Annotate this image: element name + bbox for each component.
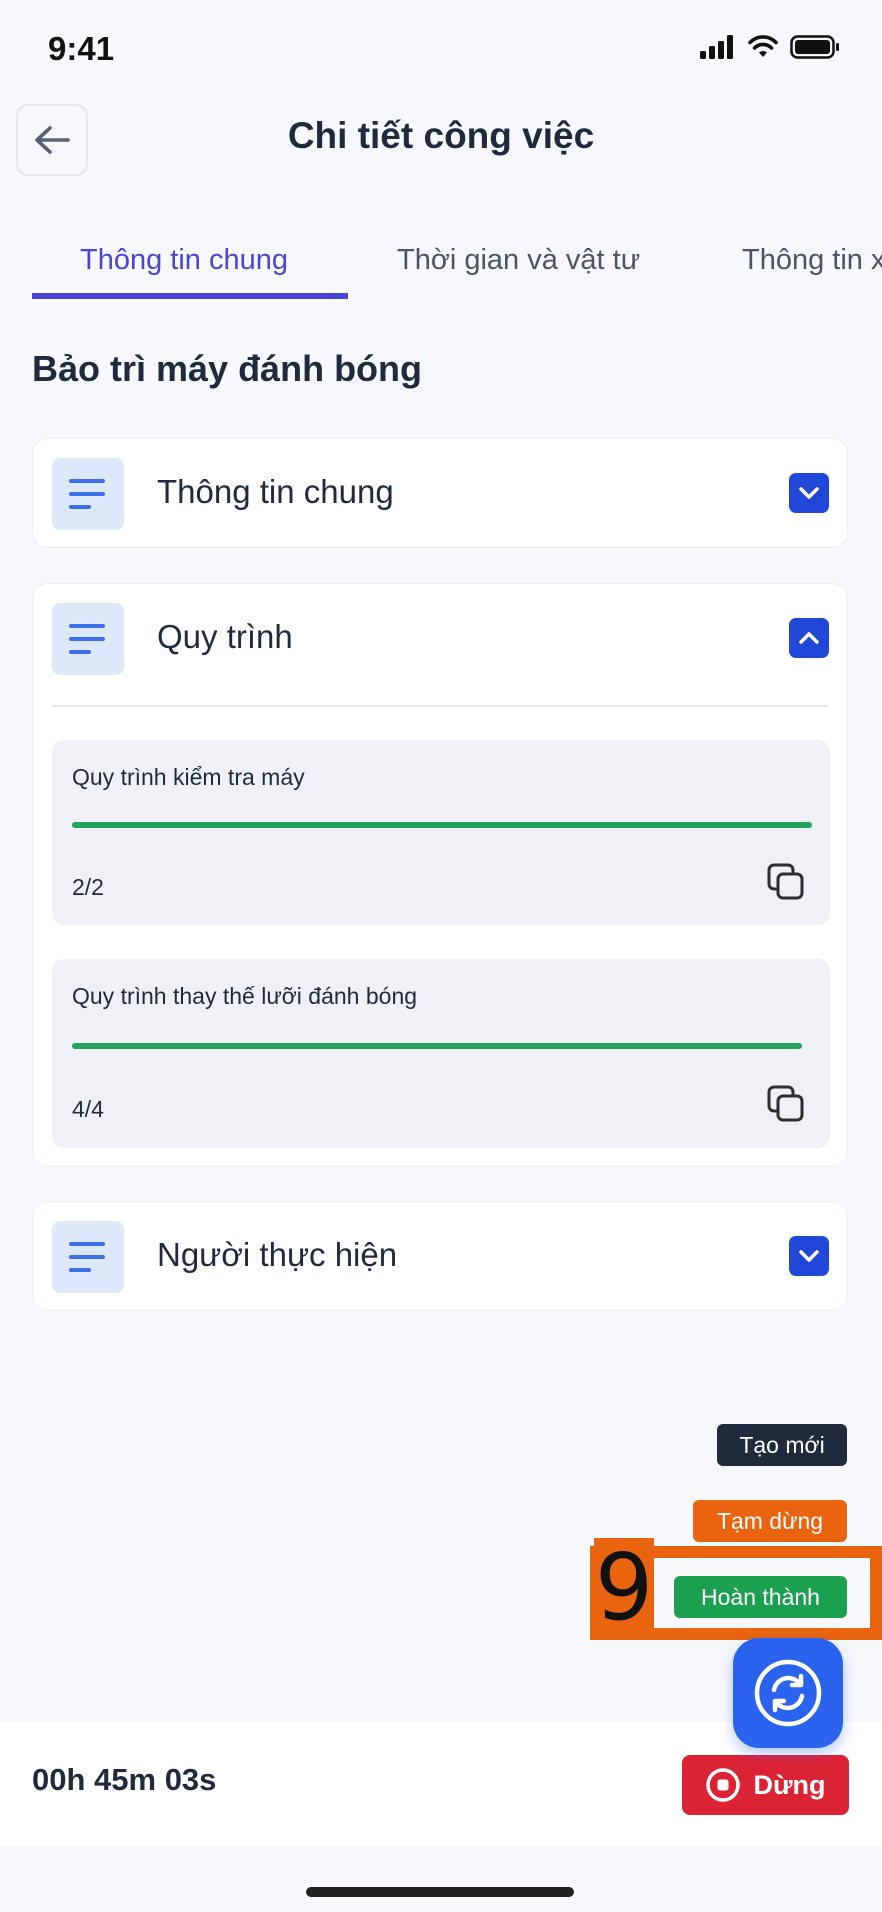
stop-circle-icon (706, 1768, 741, 1802)
work-order-title: Bảo trì máy đánh bóng (32, 348, 423, 389)
pause-button[interactable]: Tạm dừng (693, 1500, 847, 1542)
annotation-number-label: 9 (594, 1534, 654, 1641)
lines-icon (52, 1221, 124, 1293)
elapsed-timer: 00h 45m 03s (32, 1762, 217, 1797)
copy-icon[interactable] (766, 862, 806, 902)
procedure-progress-count: 4/4 (72, 1096, 104, 1122)
progress-fill (72, 1043, 802, 1049)
complete-button[interactable]: Hoàn thành (674, 1576, 847, 1618)
stop-button[interactable]: Dừng (682, 1755, 849, 1815)
lines-icon (52, 603, 124, 675)
section-header[interactable]: Thông tin chung (33, 439, 847, 547)
section-title: Thông tin chung (157, 473, 394, 510)
section-divider (52, 705, 828, 707)
signal-icon (700, 35, 733, 59)
wifi-icon (748, 35, 778, 57)
progress-bar (72, 822, 812, 828)
procedure-name: Quy trình kiểm tra máy (72, 764, 305, 790)
home-indicator (306, 1887, 574, 1897)
tab-time-materials[interactable]: Thời gian và vật tư (397, 244, 640, 277)
section-header[interactable]: Người thực hiện (33, 1202, 847, 1310)
section-title: Quy trình (157, 618, 293, 655)
lines-icon (52, 458, 124, 530)
status-time: 9:41 (48, 30, 115, 67)
stop-button-label: Dừng (753, 1769, 826, 1800)
active-tab-indicator (32, 293, 348, 299)
tab-general-info[interactable]: Thông tin chung (80, 244, 288, 277)
create-new-button[interactable]: Tạo mới (717, 1424, 847, 1466)
status-icons (700, 30, 840, 64)
page-title: Chi tiết công việc (287, 115, 595, 156)
fab-sync-button[interactable] (733, 1638, 843, 1748)
sync-icon (754, 1659, 822, 1727)
section-procedures: Quy trình Quy trình kiểm tra máy 2/2 Quy… (32, 583, 848, 1167)
tab-bar: Thông tin chung Thời gian và vật tư Thôn… (0, 240, 882, 300)
progress-bar (72, 1043, 802, 1049)
chevron-up-icon[interactable] (789, 618, 829, 658)
procedure-name: Quy trình thay thế lưỡi đánh bóng (72, 983, 418, 1009)
section-title: Người thực hiện (157, 1236, 398, 1273)
chevron-down-icon[interactable] (789, 473, 829, 513)
section-header[interactable]: Quy trình (33, 584, 847, 692)
procedure-item[interactable]: Quy trình thay thế lưỡi đánh bóng 4/4 (52, 959, 830, 1148)
copy-icon[interactable] (766, 1084, 806, 1124)
battery-icon (790, 35, 839, 59)
status-bar: 9:41 (0, 0, 882, 100)
progress-fill (72, 822, 812, 828)
procedure-progress-count: 2/2 (72, 874, 104, 900)
section-assignees: Người thực hiện (32, 1201, 848, 1311)
procedure-item[interactable]: Quy trình kiểm tra máy 2/2 (52, 740, 830, 925)
tab-more-info[interactable]: Thông tin x (742, 244, 882, 277)
chevron-down-icon[interactable] (789, 1236, 829, 1276)
section-general-info: Thông tin chung (32, 438, 848, 548)
